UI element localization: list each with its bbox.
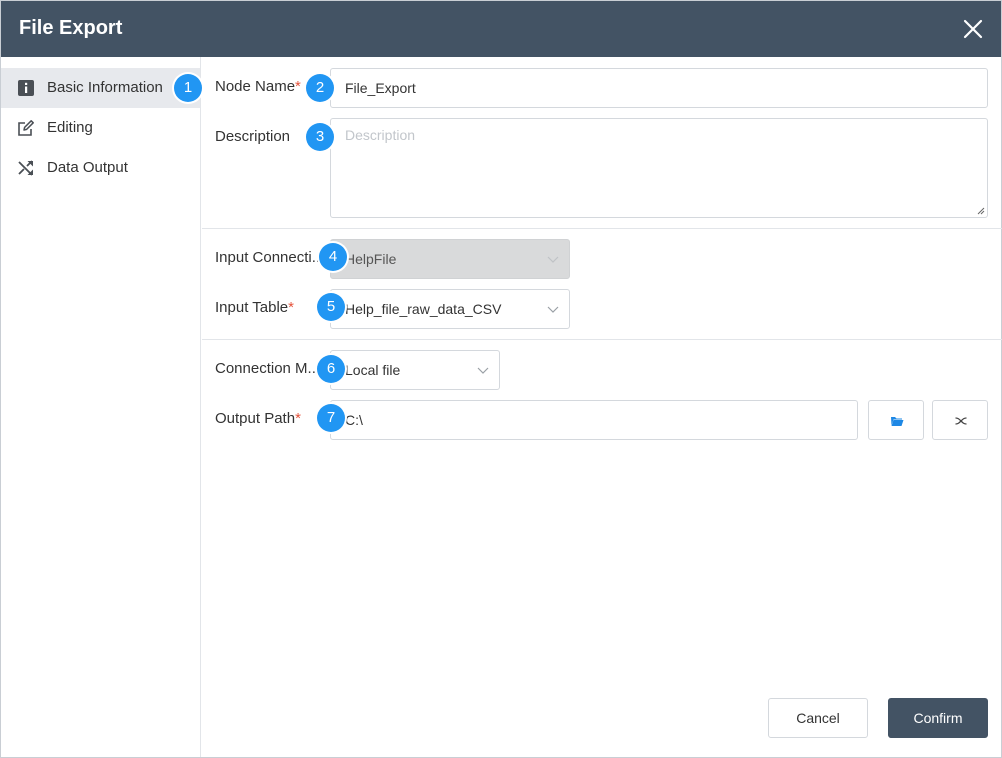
section-divider: [202, 228, 1002, 229]
connection-mode-label: Connection M...: [215, 360, 321, 377]
clear-path-button[interactable]: [932, 400, 988, 440]
description-textarea[interactable]: Description: [330, 118, 988, 218]
callout-badge: 4: [319, 243, 347, 271]
input-connection-label: Input Connecti...: [215, 249, 325, 266]
output-path-input[interactable]: C:\: [330, 400, 858, 440]
input-connection-value: HelpFile: [345, 251, 397, 267]
sidebar: Basic Information Editing Data Output: [1, 57, 201, 757]
section-divider: [202, 339, 1002, 340]
description-placeholder: Description: [345, 127, 416, 143]
callout-badge: 1: [174, 74, 202, 102]
close-icon[interactable]: [961, 17, 985, 41]
output-path-label: Output Path*: [215, 410, 301, 427]
dialog-header: File Export: [1, 1, 1001, 57]
sidebar-item-basic-information[interactable]: Basic Information: [1, 68, 200, 108]
required-marker: *: [288, 299, 294, 316]
info-icon: [17, 79, 35, 97]
connection-mode-value: Local file: [345, 362, 401, 378]
chevron-down-icon: [547, 256, 559, 263]
chevron-down-icon: [477, 367, 489, 374]
required-marker: *: [295, 410, 301, 427]
node-name-label: Node Name*: [215, 78, 301, 95]
connection-mode-select[interactable]: Local file: [330, 350, 500, 390]
resize-handle-icon[interactable]: [977, 207, 985, 215]
description-label: Description: [215, 128, 291, 145]
confirm-button[interactable]: Confirm: [888, 698, 988, 738]
input-table-value: Help_file_raw_data_CSV: [345, 301, 502, 317]
file-export-dialog: File Export Basic Information Editing Da…: [0, 0, 1002, 758]
sidebar-item-label: Editing: [47, 119, 93, 136]
edit-icon: [17, 119, 35, 137]
sidebar-item-data-output[interactable]: Data Output: [1, 148, 200, 188]
cancel-button[interactable]: Cancel: [768, 698, 868, 738]
callout-badge: 7: [317, 404, 345, 432]
input-table-select[interactable]: Help_file_raw_data_CSV: [330, 289, 570, 329]
sidebar-item-label: Data Output: [47, 159, 128, 176]
node-name-input[interactable]: File_Export: [330, 68, 988, 108]
shuffle-icon: [17, 159, 35, 177]
variable-icon: [955, 417, 967, 425]
input-table-label: Input Table*: [215, 299, 294, 316]
required-marker: *: [295, 78, 301, 95]
callout-badge: 5: [317, 293, 345, 321]
callout-badge: 2: [306, 74, 334, 102]
folder-icon: [891, 417, 904, 426]
dialog-title: File Export: [19, 17, 123, 39]
browse-folder-button[interactable]: [868, 400, 924, 440]
callout-badge: 3: [306, 123, 334, 151]
input-connection-select: HelpFile: [330, 239, 570, 279]
callout-badge: 6: [317, 355, 345, 383]
sidebar-item-label: Basic Information: [47, 79, 163, 96]
sidebar-item-editing[interactable]: Editing: [1, 108, 200, 148]
chevron-down-icon: [547, 306, 559, 313]
